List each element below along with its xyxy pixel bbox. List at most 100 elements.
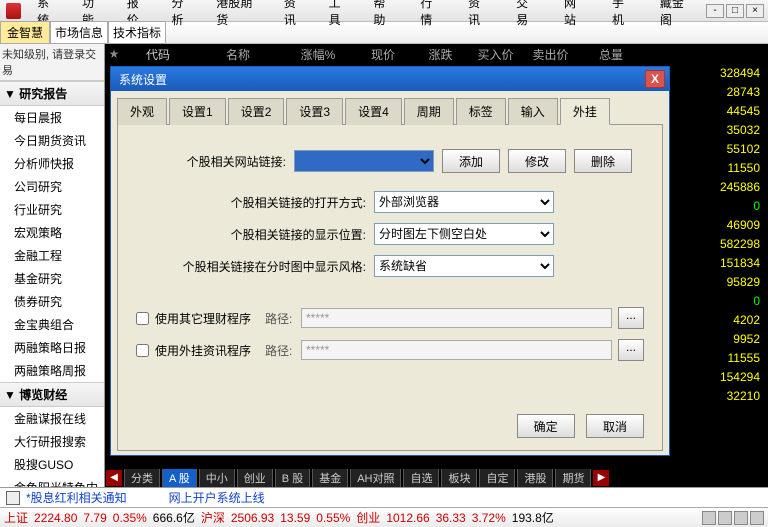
sidebar-item[interactable]: 两融策略日报 (0, 336, 104, 359)
toolbar-tab-1[interactable]: 金智慧 (0, 21, 50, 44)
dialog-tab[interactable]: 输入 (508, 98, 558, 125)
menu-analysis[interactable]: 分析 (162, 0, 205, 30)
bottom-tab[interactable]: 分类 (124, 469, 160, 487)
use-plugin-info-checkbox[interactable] (136, 344, 149, 357)
vol-cell: 154294 (686, 368, 766, 387)
status-icon-1[interactable] (702, 511, 716, 525)
bottom-tab[interactable]: 板块 (441, 469, 477, 487)
status-icon-3[interactable] (734, 511, 748, 525)
bottom-tab[interactable]: 期货 (555, 469, 591, 487)
bottom-tab[interactable]: 港股 (517, 469, 553, 487)
status-icon-4[interactable] (750, 511, 764, 525)
vol-cell: 245886 (686, 178, 766, 197)
bottom-tab[interactable]: 自选 (403, 469, 439, 487)
vol-cell: 11550 (686, 159, 766, 178)
sidebar-item[interactable]: 今日期货资讯 (0, 129, 104, 152)
close-button[interactable]: × (746, 4, 764, 18)
menu-hk[interactable]: 港股期货 (206, 0, 272, 30)
hdr-chg[interactable]: 涨幅% (283, 46, 353, 63)
vol-cell: 32210 (686, 387, 766, 406)
minimize-button[interactable]: - (706, 4, 724, 18)
sidebar-item[interactable]: 行业研究 (0, 198, 104, 221)
modify-button[interactable]: 修改 (508, 149, 566, 173)
dialog-tab[interactable]: 设置4 (345, 98, 402, 125)
dialog-tab[interactable]: 设置2 (228, 98, 285, 125)
ticker-item-2[interactable]: 网上开户系统上线 (169, 489, 265, 506)
ticker-item-1[interactable]: *股息红利相关通知 (26, 489, 127, 506)
cancel-button[interactable]: 取消 (586, 414, 644, 438)
tab-scroll-right[interactable]: ▶ (593, 470, 609, 486)
sidebar-item[interactable]: 金宝典组合 (0, 313, 104, 336)
sidebar-item[interactable]: 基金研究 (0, 267, 104, 290)
bottom-tab[interactable]: A 股 (162, 469, 197, 487)
sidebar-item[interactable]: 大行研报搜索 (0, 430, 104, 453)
sidebar-item[interactable]: 债券研究 (0, 290, 104, 313)
menu-mobile-r[interactable]: 手 机 (602, 0, 648, 30)
sidebar-item[interactable]: 宏观策略 (0, 221, 104, 244)
menu-web-r[interactable]: 网 站 (554, 0, 600, 30)
dialog-tab[interactable]: 设置3 (286, 98, 343, 125)
hdr-name[interactable]: 名称 (193, 46, 283, 63)
sidebar-item[interactable]: 股搜GUSO (0, 453, 104, 476)
hdr-price[interactable]: 现价 (353, 46, 413, 63)
add-button[interactable]: 添加 (442, 149, 500, 173)
sidebar-item[interactable]: 金融谋报在线 (0, 407, 104, 430)
browse2-button[interactable]: ... (618, 339, 644, 361)
sidebar-item[interactable]: 两融策略周报 (0, 359, 104, 382)
status-sz-pct: 0.55% (316, 511, 350, 525)
ok-button[interactable]: 确定 (517, 414, 575, 438)
maximize-button[interactable]: □ (726, 4, 744, 18)
sidebar-group-header[interactable]: ▼ 博览财经 (0, 382, 104, 407)
menu-news[interactable]: 资讯 (274, 0, 317, 30)
bottom-tab[interactable]: 基金 (312, 469, 348, 487)
tab-scroll-left[interactable]: ◀ (106, 470, 122, 486)
hdr-code[interactable]: 代码 (123, 46, 193, 63)
menu-tools[interactable]: 工具 (319, 0, 362, 30)
dialog-tab[interactable]: 外挂 (560, 98, 610, 125)
vol-cell: 46909 (686, 216, 766, 235)
status-icon-2[interactable] (718, 511, 732, 525)
ticker-play-icon[interactable] (6, 491, 20, 505)
status-sh: 2224.80 (34, 511, 77, 525)
dialog-tab[interactable]: 周期 (404, 98, 454, 125)
delete-button[interactable]: 删除 (574, 149, 632, 173)
sidebar-group-header[interactable]: ▼ 研究报告 (0, 81, 104, 106)
sidebar-item[interactable]: 金色阳光特色内 (0, 476, 104, 487)
sidebar-item[interactable]: 分析师快报 (0, 152, 104, 175)
sidebar-item[interactable]: 金融工程 (0, 244, 104, 267)
toolbar-tab-2[interactable]: 市场信息 (50, 21, 108, 44)
path2-label: 路径: (265, 342, 301, 359)
status-sh-pct: 0.35% (113, 511, 147, 525)
sidebar-item[interactable]: 公司研究 (0, 175, 104, 198)
dialog-titlebar[interactable]: 系统设置 X (111, 67, 669, 91)
toolbar-tab-3[interactable]: 技术指标 (108, 21, 166, 44)
hdr-ask[interactable]: 卖出价 (523, 46, 578, 63)
hdr-vol[interactable]: 总量 (578, 46, 648, 63)
menu-info-r[interactable]: 资 讯 (458, 0, 504, 30)
dialog-tab[interactable]: 设置1 (169, 98, 226, 125)
open-combo[interactable]: 外部浏览器 (374, 191, 554, 213)
pos-combo[interactable]: 分时图左下侧空白处 (374, 223, 554, 245)
dialog-tab[interactable]: 外观 (117, 98, 167, 125)
sidebar-item[interactable]: 每日晨报 (0, 106, 104, 129)
menu-help[interactable]: 帮助 (363, 0, 406, 30)
vol-cell: 328494 (686, 64, 766, 83)
bottom-tab[interactable]: 中小 (199, 469, 235, 487)
status-cy-pct: 3.72% (472, 511, 506, 525)
link-combo[interactable] (294, 150, 434, 172)
hdr-diff[interactable]: 涨跌 (413, 46, 468, 63)
browse1-button[interactable]: ... (618, 307, 644, 329)
style-combo[interactable]: 系统缺省 (374, 255, 554, 277)
menu-trade-r[interactable]: 交 易 (506, 0, 552, 30)
style-label: 个股相关链接在分时图中显示风格: (136, 258, 366, 275)
menu-quotes-r[interactable]: 行 情 (410, 0, 456, 30)
bottom-tab[interactable]: 创业 (237, 469, 273, 487)
dialog-tab[interactable]: 标签 (456, 98, 506, 125)
bottom-tab[interactable]: B 股 (275, 469, 310, 487)
hdr-bid[interactable]: 买入价 (468, 46, 523, 63)
use-other-finance-checkbox[interactable] (136, 312, 149, 325)
bottom-tab[interactable]: AH对照 (350, 469, 401, 487)
menu-treasure-r[interactable]: 藏金阁 (650, 0, 704, 30)
bottom-tab[interactable]: 自定 (479, 469, 515, 487)
dialog-close-button[interactable]: X (645, 70, 665, 88)
